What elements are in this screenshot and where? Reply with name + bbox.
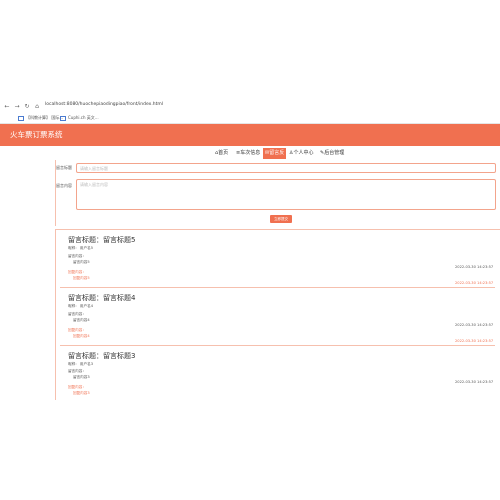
nav-user-center[interactable]: ♙个人中心 <box>289 148 313 159</box>
divider <box>60 345 495 346</box>
message-content-label: 留言内容： <box>68 312 86 316</box>
title-input[interactable]: 请输入留言标题 <box>76 163 496 173</box>
bookmark-2[interactable]: Cuphi.ch 英文... <box>60 115 99 121</box>
reply-content: 回复内容4 <box>73 334 90 338</box>
forward-icon[interactable]: → <box>13 103 21 110</box>
message-user: 昵称： 用户名3 <box>68 362 93 366</box>
content-label: 留言内容 <box>56 183 72 188</box>
message-list <box>55 229 500 400</box>
message-title: 留言标题：留言标题5 <box>68 236 136 244</box>
message-content: 留言内容5 <box>73 260 90 264</box>
title-label: 留言标题 <box>56 165 72 170</box>
message-user: 昵称： 用户名5 <box>68 246 93 250</box>
message-title: 留言标题：留言标题4 <box>68 294 136 302</box>
content-textarea[interactable]: 请输入留言内容 <box>76 179 496 210</box>
site-title: 火车票订票系统 <box>10 130 63 139</box>
nav-home[interactable]: ⌂首页 <box>215 148 228 159</box>
reply-date: 2022-03-30 14:23:57 <box>455 339 494 343</box>
message-content-label: 留言内容： <box>68 254 86 258</box>
reply-date: 2022-03-30 14:23:57 <box>455 281 494 285</box>
reply-label: 回复内容： <box>68 328 86 332</box>
address-bar[interactable]: localhost:8080/huochepiaodingpiao/front/… <box>45 102 163 107</box>
reply-content: 回复内容5 <box>73 276 90 280</box>
site-header <box>0 124 500 146</box>
folder-icon <box>18 115 24 121</box>
message-date: 2022-03-30 14:23:57 <box>455 265 494 269</box>
reload-icon[interactable]: ↻ <box>23 103 31 110</box>
folder-icon <box>60 115 66 121</box>
home-icon[interactable]: ⌂ <box>33 103 41 110</box>
divider <box>60 287 495 288</box>
message-content-label: 留言内容： <box>68 369 86 373</box>
nav-train-info[interactable]: ≡车次信息 <box>236 148 260 159</box>
back-icon[interactable]: ← <box>3 103 11 110</box>
message-content: 留言内容4 <box>73 318 90 322</box>
submit-button[interactable]: 立即提交 <box>270 215 292 223</box>
reply-label: 回复内容： <box>68 270 86 274</box>
nav-messages[interactable]: ✉留言反 <box>263 148 287 159</box>
reply-label: 回复内容： <box>68 385 86 389</box>
nav-admin[interactable]: ✎后台管理 <box>320 148 344 159</box>
reply-content: 回复内容3 <box>73 391 90 395</box>
message-content: 留言内容3 <box>73 375 90 379</box>
message-title: 留言标题：留言标题3 <box>68 352 136 360</box>
bookmark-1[interactable]: 【科教计算】 国际... <box>18 115 63 121</box>
message-date: 2022-03-30 14:23:57 <box>455 323 494 327</box>
message-date: 2022-03-30 14:23:57 <box>455 380 494 384</box>
message-user: 昵称： 用户名4 <box>68 304 93 308</box>
